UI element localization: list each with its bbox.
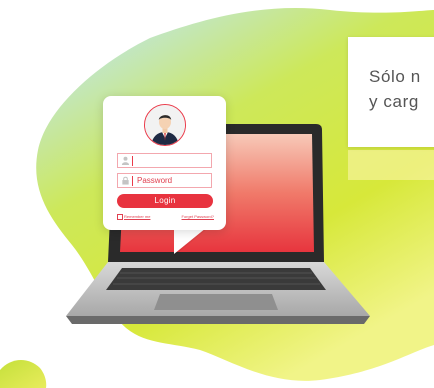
forgot-password-link[interactable]: Forget Password? <box>182 213 214 221</box>
password-separator <box>132 176 133 186</box>
businessman-avatar-icon <box>144 104 186 146</box>
remember-me-label: Remember me <box>124 214 151 219</box>
login-button[interactable]: Login <box>117 194 213 208</box>
lock-icon <box>122 176 129 185</box>
laptop-front-edge <box>66 316 370 324</box>
remember-me-checkbox[interactable]: Remember me <box>117 213 150 221</box>
username-cursor <box>132 156 133 166</box>
login-card: Password Login Remember me Forget Passwo… <box>103 96 226 230</box>
password-field[interactable]: Password <box>117 173 212 188</box>
login-options-row: Remember me Forget Password? <box>117 213 214 221</box>
laptop-touchpad <box>154 294 278 310</box>
checkbox-icon <box>117 213 123 220</box>
hero-illustration: Sólo n y carg Password Login Remember me… <box>0 0 434 388</box>
login-bubble-tail <box>174 228 206 254</box>
password-placeholder: Password <box>137 176 173 185</box>
user-icon <box>121 156 130 165</box>
laptop-keyboard <box>106 268 326 290</box>
username-field[interactable] <box>117 153 212 168</box>
